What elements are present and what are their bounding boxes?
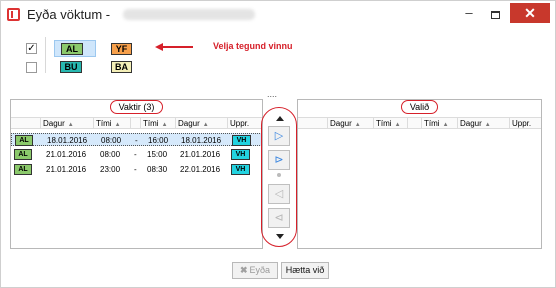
sort-asc-icon: ▲ — [442, 122, 449, 128]
col-time2[interactable]: Tími ▲ — [422, 118, 458, 129]
scroll-up-icon[interactable] — [276, 116, 284, 121]
minimize-button[interactable]: – — [456, 5, 482, 25]
row-date2: 21.01.2016 — [180, 150, 221, 159]
row-uppr: VH — [231, 149, 250, 160]
move-all-left-button[interactable]: ⊲ — [268, 208, 290, 228]
filter-checkbox-1[interactable]: ✓ — [26, 43, 37, 54]
row-tag: AL — [14, 149, 32, 160]
row-uppr: VH — [232, 135, 251, 146]
hint-text: Velja tegund vinnu — [213, 41, 293, 51]
sort-asc-icon: ▲ — [484, 122, 491, 128]
sort-asc-icon: ▲ — [67, 122, 74, 128]
sort-asc-icon: ▲ — [354, 122, 361, 128]
delete-button[interactable]: ✖ Eyða — [232, 262, 278, 279]
row-date1: 18.01.2016 — [47, 136, 88, 145]
splitter-dots[interactable]: .... — [267, 89, 277, 99]
row-time1: 23:00 — [100, 165, 121, 174]
delete-icon: ✖ — [239, 265, 248, 275]
tag-bu[interactable]: BU — [60, 61, 82, 73]
selected-title: Valið — [298, 100, 541, 114]
selected-header: Dagur ▲ Tími ▲ Tími ▲ Dagur ▲ Uppr. — [298, 117, 541, 129]
row-dash: - — [135, 136, 138, 145]
col-time2[interactable]: Tími ▲ — [141, 118, 176, 129]
row-tag: AL — [14, 164, 32, 175]
row-time2: 08:30 — [147, 165, 168, 174]
separator-dot — [277, 173, 281, 177]
col-date1[interactable]: Dagur ▲ — [41, 118, 94, 129]
title-bar: Eyða vöktum - – ✕ — [1, 1, 555, 29]
selected-panel: Valið Dagur ▲ Tími ▲ Tími ▲ Dagur ▲ Uppr. — [297, 99, 542, 249]
shifts-header: Dagur ▲ Tími ▲ Tími ▲ Dagur ▲ Uppr. — [11, 117, 262, 129]
col-date1[interactable]: Dagur ▲ — [328, 118, 374, 129]
maximize-button[interactable] — [482, 5, 508, 25]
close-icon: ✕ — [524, 5, 536, 21]
maximize-icon — [491, 11, 500, 19]
window-title: Eyða vöktum - — [27, 7, 111, 22]
table-row[interactable]: AL 21.01.2016 08:00 - 15:00 21.01.2016 V… — [11, 148, 262, 161]
col-dash[interactable] — [131, 118, 141, 129]
move-left-button[interactable]: ◁ — [268, 184, 290, 204]
row-time1: 08:00 — [101, 136, 122, 145]
table-row[interactable]: AL 21.01.2016 23:00 - 08:30 22.01.2016 V… — [11, 163, 262, 176]
close-button[interactable]: ✕ — [510, 3, 550, 23]
minimize-icon: – — [465, 5, 473, 20]
row-date2: 22.01.2016 — [180, 165, 221, 174]
col-date2[interactable]: Dagur ▲ — [458, 118, 510, 129]
filter-checkbox-2[interactable] — [26, 62, 37, 73]
tag-ba[interactable]: BA — [111, 61, 132, 73]
move-all-right-button[interactable]: ⊳ — [268, 150, 290, 170]
row-uppr: VH — [231, 164, 250, 175]
shifts-panel: Vaktir (3) Dagur ▲ Tími ▲ Tími ▲ Dagur ▲ Upp… — [10, 99, 263, 249]
cancel-button[interactable]: Hætta við — [281, 262, 329, 279]
scroll-down-icon[interactable] — [276, 234, 284, 239]
col-uppr[interactable]: Uppr. — [228, 118, 262, 129]
row-date2: 18.01.2016 — [181, 136, 222, 145]
filter-divider — [45, 37, 46, 73]
sort-asc-icon: ▲ — [161, 122, 168, 128]
row-time1: 08:00 — [100, 150, 121, 159]
title-redacted — [123, 9, 255, 20]
sort-asc-icon: ▲ — [114, 122, 121, 128]
row-time2: 16:00 — [148, 136, 169, 145]
table-row[interactable]: AL 18.01.2016 08:00 - 16:00 18.01.2016 V… — [11, 133, 262, 146]
col-tag[interactable] — [11, 118, 41, 129]
row-date1: 21.01.2016 — [46, 150, 87, 159]
col-dash[interactable] — [408, 118, 422, 129]
row-dash: - — [134, 165, 137, 174]
col-time1[interactable]: Tími ▲ — [374, 118, 408, 129]
row-tag: AL — [15, 135, 33, 146]
row-date1: 21.01.2016 — [46, 165, 87, 174]
tag-al[interactable]: AL — [61, 43, 83, 55]
col-uppr[interactable]: Uppr. — [510, 118, 542, 129]
tag-yf[interactable]: YF — [111, 43, 132, 55]
sort-asc-icon: ▲ — [202, 122, 209, 128]
sort-asc-icon: ▲ — [394, 122, 401, 128]
col-tag[interactable] — [298, 118, 328, 129]
col-date2[interactable]: Dagur ▲ — [176, 118, 228, 129]
row-time2: 15:00 — [147, 150, 168, 159]
shifts-title: Vaktir (3) — [11, 100, 262, 114]
row-dash: - — [134, 150, 137, 159]
app-icon — [7, 8, 20, 21]
col-time1[interactable]: Tími ▲ — [94, 118, 131, 129]
dialog-window: Eyða vöktum - – ✕ ✓ AL YF BU BA Velja te… — [0, 0, 556, 288]
move-right-button[interactable]: ▷ — [268, 126, 290, 146]
arrow-line — [161, 46, 193, 48]
